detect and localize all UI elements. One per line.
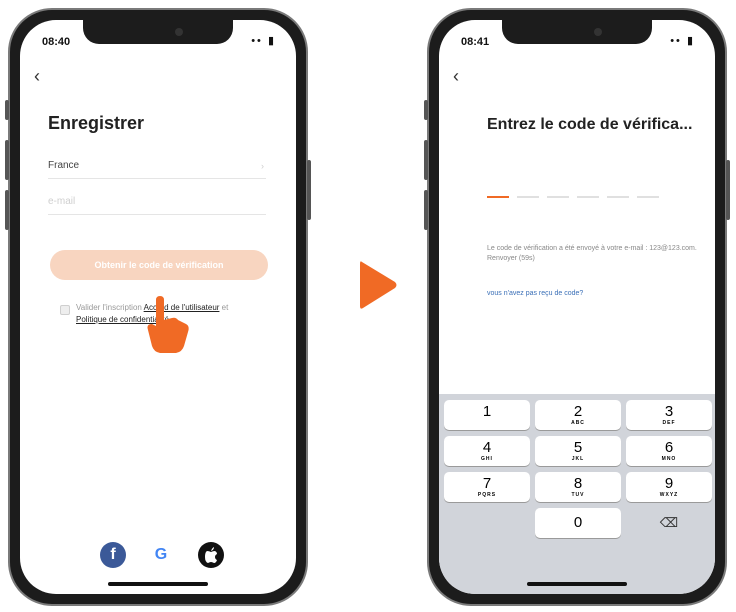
country-field[interactable]: France › <box>48 154 266 179</box>
key-number: 7 <box>482 475 492 492</box>
terms-checkbox[interactable] <box>60 305 70 315</box>
key-letters: TUV <box>571 492 585 498</box>
side-button <box>5 100 9 120</box>
key-number: 6 <box>664 439 674 456</box>
key-letters: PQRS <box>477 492 497 498</box>
side-button <box>424 100 428 120</box>
key-0[interactable]: 0 <box>535 508 621 538</box>
key-7[interactable]: 7 PQRS <box>444 472 530 502</box>
camera-icon <box>175 28 183 36</box>
code-slot <box>607 196 629 198</box>
backspace-icon: ⌫ <box>659 515 679 530</box>
country-value: France <box>48 160 80 171</box>
email-field[interactable]: e-mail <box>48 190 266 215</box>
key-number: 3 <box>664 403 674 420</box>
side-button <box>307 160 311 220</box>
back-icon[interactable]: ‹ <box>453 66 459 87</box>
status-icons: •• ▮ <box>670 35 695 47</box>
google-login-icon[interactable]: G <box>148 542 174 568</box>
key-letters: DEF <box>662 420 676 426</box>
side-button <box>5 140 9 180</box>
code-slot <box>517 196 539 198</box>
key-letters: JKL <box>571 456 585 462</box>
key-number: 1 <box>482 403 492 420</box>
home-indicator <box>108 582 208 586</box>
key-number: 0 <box>573 514 583 531</box>
key-number: 4 <box>482 439 492 456</box>
numeric-keypad: 1 2 ABC 3 DEF 4 GHI 5 JKL 6 MNO 7 PQRS 8 TUV 9W… <box>439 394 715 594</box>
phone-frame-right: 08:41 •• ▮ ‹ Entrez le code de vérifica.… <box>424 8 730 606</box>
notch <box>502 20 652 44</box>
status-icons: •• ▮ <box>251 35 276 47</box>
home-indicator <box>527 582 627 586</box>
screen-verification: 08:41 •• ▮ ‹ Entrez le code de vérifica.… <box>439 20 715 594</box>
delete-key[interactable]: ⌫ <box>626 508 712 538</box>
chevron-right-icon: › <box>261 161 264 171</box>
screen-register: 08:40 •• ▮ ‹ Enregistrer France › e-mail… <box>20 20 296 594</box>
terms-prefix: Valider l'inscription <box>76 303 142 312</box>
key-number: 8 <box>573 475 583 492</box>
key-letters: WXYZ <box>659 492 679 498</box>
key-letters: GHI <box>481 456 493 462</box>
phone-frame-left: 08:40 •• ▮ ‹ Enregistrer France › e-mail… <box>5 8 311 606</box>
terms-middle: et <box>219 303 229 312</box>
play-arrow-icon <box>360 261 397 309</box>
get-code-button[interactable]: Obtenir le code de vérification <box>50 250 268 280</box>
side-button <box>424 140 428 180</box>
side-button <box>726 160 730 220</box>
key-empty <box>444 508 530 538</box>
apple-icon <box>205 547 217 563</box>
key-number: 9 <box>664 475 674 492</box>
status-time: 08:41 <box>461 36 490 48</box>
page-title: Enregistrer <box>48 113 145 133</box>
key-9[interactable]: 9 WXYZ <box>626 472 712 502</box>
verification-info: Le code de vérification a été envoyé à v… <box>487 245 697 262</box>
key-5[interactable]: 5 JKL <box>535 436 621 466</box>
key-letters: ABC <box>571 420 585 426</box>
key-4[interactable]: 4 GHI <box>444 436 530 466</box>
camera-icon <box>594 28 602 36</box>
key-8[interactable]: 8 TUV <box>535 472 621 502</box>
back-icon[interactable]: ‹ <box>34 66 40 87</box>
status-time: 08:40 <box>42 36 71 48</box>
no-code-link[interactable]: vous n'avez pas reçu de code? <box>487 290 583 297</box>
side-button <box>424 190 428 230</box>
key-number: 2 <box>573 403 583 420</box>
key-3[interactable]: 3 DEF <box>626 400 712 430</box>
apple-login-icon[interactable] <box>198 542 224 568</box>
key-1[interactable]: 1 <box>444 400 530 430</box>
side-button <box>5 190 9 230</box>
key-2[interactable]: 2 ABC <box>535 400 621 430</box>
code-slot <box>637 196 659 198</box>
facebook-login-icon[interactable]: f <box>100 542 126 568</box>
code-slot <box>487 196 509 198</box>
email-placeholder: e-mail <box>48 196 76 207</box>
key-letters: MNO <box>661 456 677 462</box>
key-number: 5 <box>573 439 583 456</box>
code-slot <box>577 196 599 198</box>
notch <box>83 20 233 44</box>
key-6[interactable]: 6 MNO <box>626 436 712 466</box>
pointing-hand-icon <box>147 296 189 353</box>
code-slot <box>547 196 569 198</box>
page-title: Entrez le code de vérifica... <box>487 116 693 133</box>
